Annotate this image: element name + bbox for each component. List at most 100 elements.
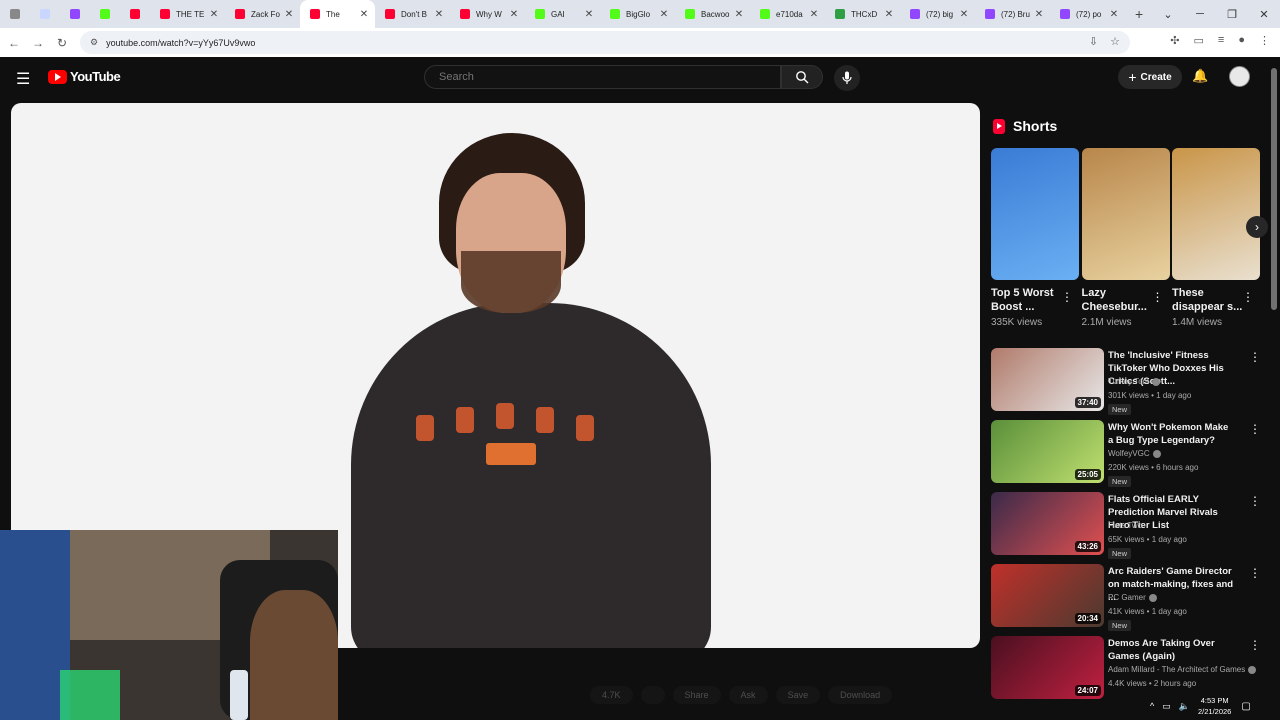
short-thumbnail[interactable] xyxy=(1081,148,1170,280)
tab-close-icon[interactable]: ✕ xyxy=(732,9,746,20)
channel-name[interactable]: Turkey Tom xyxy=(1108,377,1161,386)
close-window-button[interactable]: ✕ xyxy=(1248,8,1280,21)
video-title[interactable]: Demos Are Taking Over Games (Again) xyxy=(1108,637,1236,663)
back-icon[interactable]: ← xyxy=(2,36,26,50)
short-card[interactable]: Top 5 Worst Boost ... 335K views ⋮ xyxy=(991,148,1079,328)
browser-tab[interactable] xyxy=(0,0,30,28)
site-info-icon[interactable]: ⚙ xyxy=(90,37,98,48)
tab-close-icon[interactable]: ✕ xyxy=(1107,9,1121,20)
browser-tab[interactable] xyxy=(30,0,60,28)
recommended-video[interactable]: 37:40 The 'Inclusive' Fitness TikToker Wh… xyxy=(991,348,1271,415)
tab-close-icon[interactable]: ✕ xyxy=(207,9,221,20)
channel-name[interactable]: WolfeyVGC xyxy=(1108,449,1161,458)
browser-tab[interactable]: Zack Fo ✕ xyxy=(225,0,300,28)
bookmark-star-icon[interactable]: ☆ xyxy=(1110,35,1120,48)
system-clock[interactable]: 4:53 PM 2/21/2026 xyxy=(1198,695,1231,717)
new-tab-icon[interactable]: + xyxy=(1135,6,1143,22)
recommended-video[interactable]: 20:34 Arc Raiders' Game Director on match… xyxy=(991,564,1271,631)
tab-close-icon[interactable]: ✕ xyxy=(882,9,896,20)
tab-close-icon[interactable]: ✕ xyxy=(1032,9,1046,20)
url-field[interactable]: ⚙ youtube.com/watch?v=yYy67Uv9vwo ⇩ ☆ xyxy=(80,31,1130,54)
tab-close-icon[interactable]: ✕ xyxy=(357,9,371,20)
browser-tab[interactable]: The ✕ xyxy=(300,0,375,28)
tab-close-icon[interactable]: ✕ xyxy=(807,9,821,20)
browser-tab[interactable]: (72) Bru ✕ xyxy=(975,0,1050,28)
browser-tab[interactable]: THE TE ✕ xyxy=(150,0,225,28)
browser-tab[interactable]: Why W ✕ xyxy=(450,0,525,28)
browser-tab[interactable]: Don't B ✕ xyxy=(375,0,450,28)
video-thumbnail[interactable]: 25:05 xyxy=(991,420,1104,483)
action-button[interactable]: Ask xyxy=(728,686,768,704)
reading-list-icon[interactable]: ≡ xyxy=(1218,34,1224,47)
browser-tab[interactable]: (72) po ✕ xyxy=(1050,0,1125,28)
tab-close-icon[interactable]: ✕ xyxy=(282,9,296,20)
more-options-icon[interactable]: ⋮ xyxy=(1249,422,1261,436)
forward-icon[interactable]: → xyxy=(26,36,50,50)
short-card[interactable]: These disappear s... 1.4M views ⋮ xyxy=(1172,148,1260,328)
browser-menu-icon[interactable]: ⋮ xyxy=(1259,34,1270,47)
tab-close-icon[interactable]: ✕ xyxy=(432,9,446,20)
account-avatar[interactable] xyxy=(1229,66,1250,87)
search-input[interactable] xyxy=(425,66,780,88)
create-button[interactable]: + Create xyxy=(1118,65,1182,89)
channel-name[interactable]: Flats Two xyxy=(1108,521,1142,530)
video-thumbnail[interactable]: 24:07 xyxy=(991,636,1104,699)
video-thumbnail[interactable]: 37:40 xyxy=(991,348,1104,411)
network-icon[interactable]: ▭ xyxy=(1162,701,1171,712)
browser-tab[interactable] xyxy=(60,0,90,28)
tab-close-icon[interactable]: ✕ xyxy=(957,9,971,20)
extensions-icon[interactable]: ✣ xyxy=(1170,34,1179,47)
more-options-icon[interactable]: ⋮ xyxy=(1249,566,1261,580)
tab-close-icon[interactable]: ✕ xyxy=(582,9,596,20)
notifications-bell-icon[interactable]: 🔔 xyxy=(1192,68,1208,84)
minimize-button[interactable]: ─ xyxy=(1184,8,1216,20)
tray-chevron-icon[interactable]: ^ xyxy=(1150,701,1154,712)
more-options-icon[interactable]: ⋮ xyxy=(1249,638,1261,652)
hamburger-menu-icon[interactable]: ☰ xyxy=(16,69,30,89)
notification-center-icon[interactable]: ▢ xyxy=(1241,701,1250,712)
short-card[interactable]: Lazy Cheesebur... 2.1M views ⋮ xyxy=(1081,148,1170,328)
cast-icon[interactable]: ▭ xyxy=(1194,34,1204,47)
more-options-icon[interactable]: ⋮ xyxy=(1249,494,1261,508)
action-button[interactable]: Download xyxy=(828,686,893,704)
browser-tab[interactable]: BigGlo ✕ xyxy=(600,0,675,28)
action-button[interactable]: 4.7K xyxy=(590,686,633,704)
video-thumbnail[interactable]: 43:26 xyxy=(991,492,1104,555)
short-thumbnail[interactable] xyxy=(991,148,1079,280)
browser-tab[interactable]: Bacwoo ✕ xyxy=(675,0,750,28)
more-options-icon[interactable]: ⋮ xyxy=(1152,290,1164,304)
search-button[interactable] xyxy=(781,65,823,89)
page-scrollbar[interactable] xyxy=(1271,68,1277,310)
shorts-next-arrow-icon[interactable]: › xyxy=(1246,216,1268,238)
youtube-logo[interactable]: YouTube xyxy=(48,69,121,84)
browser-tab[interactable] xyxy=(120,0,150,28)
recommended-video[interactable]: 25:05 Why Won't Pokemon Make a Bug Type L… xyxy=(991,420,1271,487)
recommended-video[interactable]: 24:07 Demos Are Taking Over Games (Again)… xyxy=(991,636,1271,700)
tab-search-icon[interactable]: ⌄ xyxy=(1152,8,1184,21)
restore-button[interactable]: ❐ xyxy=(1216,8,1248,21)
browser-tab[interactable] xyxy=(90,0,120,28)
tab-close-icon[interactable]: ✕ xyxy=(657,9,671,20)
browser-tab[interactable]: THCxD ✕ xyxy=(825,0,900,28)
more-options-icon[interactable]: ⋮ xyxy=(1061,290,1073,304)
more-options-icon[interactable]: ⋮ xyxy=(1242,290,1254,304)
action-button[interactable] xyxy=(640,686,665,704)
more-options-icon[interactable]: ⋮ xyxy=(1249,350,1261,364)
browser-tab[interactable]: GAI ✕ xyxy=(525,0,600,28)
browser-tab[interactable]: (72) big ✕ xyxy=(900,0,975,28)
action-button[interactable]: Save xyxy=(775,686,821,704)
video-title[interactable]: Why Won't Pokemon Make a Bug Type Legend… xyxy=(1108,421,1236,447)
voice-search-button[interactable] xyxy=(834,65,860,91)
reload-icon[interactable]: ↻ xyxy=(50,36,74,50)
browser-tab[interactable]: e710da ✕ xyxy=(750,0,825,28)
profile-icon[interactable]: ● xyxy=(1238,34,1245,47)
short-thumbnail[interactable] xyxy=(1172,148,1260,280)
volume-icon[interactable]: 🔈 xyxy=(1179,701,1190,712)
install-app-icon[interactable]: ⇩ xyxy=(1089,35,1098,48)
tab-close-icon[interactable]: ✕ xyxy=(507,9,521,20)
channel-name[interactable]: Adam Millard - The Architect of Games xyxy=(1108,665,1257,674)
recommended-video[interactable]: 43:26 Flats Official EARLY Prediction Mar… xyxy=(991,492,1271,559)
video-thumbnail[interactable]: 20:34 xyxy=(991,564,1104,627)
action-button[interactable]: Share xyxy=(672,686,721,704)
channel-name[interactable]: PC Gamer xyxy=(1108,593,1157,602)
